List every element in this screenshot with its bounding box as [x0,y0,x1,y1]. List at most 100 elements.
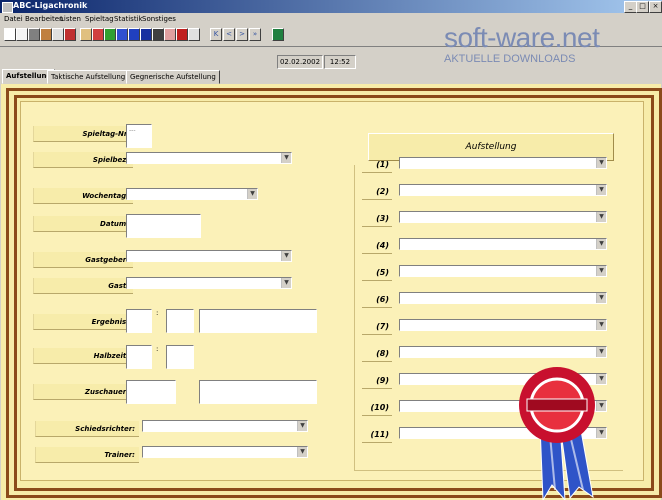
slot-select-5[interactable]: ▼ [399,265,607,277]
chevron-down-icon[interactable]: ▼ [596,320,606,330]
halbzeit-separator: : [156,345,159,353]
slot-label-11: (11) [362,427,392,443]
delete-icon[interactable] [40,28,52,41]
slot-select-1[interactable]: ▼ [399,157,607,169]
image-icon[interactable] [188,28,200,41]
chevron-down-icon[interactable]: ▼ [281,278,291,288]
label-spielbez: Spielbez. [33,152,133,168]
slot-select-7[interactable]: ▼ [399,319,607,331]
save-icon[interactable] [28,28,40,41]
red-icon[interactable] [176,28,188,41]
menu-sonstiges[interactable]: Sonstiges [142,15,176,23]
slot-label-8: (8) [362,346,392,362]
label-datum: Datum: [33,216,133,232]
spielbez-select[interactable]: ▼ [126,152,292,164]
book-icon[interactable] [164,28,176,41]
slot-label-7: (7) [362,319,392,335]
zuschauer-note-field[interactable] [199,380,317,404]
chevron-down-icon[interactable]: ▼ [297,421,307,431]
exit-icon[interactable] [272,28,284,41]
label-gast: Gast: [33,278,133,294]
slot-label-10: (10) [362,400,392,416]
slot-label-6: (6) [362,292,392,308]
status-date: 02.02.2002 [277,55,323,69]
tab-taktische-aufstellung[interactable]: Taktische Aufstellung [47,70,130,84]
slot-select-4[interactable]: ▼ [399,238,607,250]
gastgeber-select[interactable]: ▼ [126,250,292,262]
ergebnis-separator: : [156,309,159,317]
first-record-icon[interactable]: K [210,28,222,41]
print-icon[interactable] [64,28,76,41]
chevron-down-icon[interactable]: ▼ [281,251,291,261]
ergebnis-note-field[interactable] [199,309,317,333]
slot-label-3: (3) [362,211,392,227]
chevron-down-icon[interactable]: ▼ [596,293,606,303]
chevron-down-icon[interactable]: ▼ [596,158,606,168]
menu-datei[interactable]: Datei [4,15,23,23]
prev-record-icon[interactable]: < [223,28,235,41]
menu-statistik[interactable]: Statistik [114,15,143,23]
chevron-down-icon[interactable]: ▼ [281,153,291,163]
info-icon[interactable] [128,28,140,41]
tool-icon[interactable] [80,28,92,41]
schiedsrichter-select[interactable]: ▼ [142,420,308,432]
tab-gegnerische-aufstellung[interactable]: Gegnerische Aufstellung [126,70,220,84]
chevron-down-icon[interactable]: ▼ [596,266,606,276]
status-time: 12:52 [324,55,356,69]
maximize-button[interactable]: □ [636,1,649,13]
zuschauer-field[interactable] [126,380,176,404]
ergebnis-home-field[interactable] [126,309,152,333]
chevron-down-icon[interactable]: ▼ [596,347,606,357]
green-icon[interactable] [104,28,116,41]
label-schiedsrichter: Schiedsrichter: [35,421,139,437]
blue-icon[interactable] [116,28,128,41]
label-wochentag: Wochentag: [33,188,133,204]
chevron-down-icon[interactable]: ▼ [596,212,606,222]
chevron-down-icon[interactable]: ▼ [247,189,257,199]
slot-label-9: (9) [362,373,392,389]
columns-icon[interactable] [152,28,164,41]
logo-tagline: AKTUELLE DOWNLOADS [444,53,576,65]
menu-spieltag[interactable]: Spieltag [85,15,114,23]
close-button[interactable]: × [649,1,662,13]
datum-field[interactable] [126,214,201,238]
new-icon[interactable] [4,28,16,41]
menu-bearbeiten[interactable]: Bearbeiten [25,15,63,23]
slot-label-1: (1) [362,157,392,173]
label-spieltag-nr: Spieltag-Nr. [33,126,133,142]
open-icon[interactable] [16,28,28,41]
slot-select-8[interactable]: ▼ [399,346,607,358]
slot-label-2: (2) [362,184,392,200]
chevron-down-icon[interactable]: ▼ [297,447,307,457]
app-icon [2,2,13,13]
tab-bar: Aufstellung Taktische Aufstellung Gegner… [0,69,662,84]
slot-label-5: (5) [362,265,392,281]
label-zuschauer: Zuschauer: [33,384,133,400]
label-gastgeber: Gastgeber: [33,252,133,268]
edit-icon[interactable] [92,28,104,41]
chart-icon[interactable] [140,28,152,41]
spieltag-nr-field[interactable]: --- [126,124,152,148]
title-bar: ABC-Ligachronik _ □ × [0,0,662,13]
award-seal-icon [519,367,595,500]
slot-select-2[interactable]: ▼ [399,184,607,196]
ergebnis-away-field[interactable] [166,309,194,333]
label-trainer: Trainer: [35,447,139,463]
slot-select-3[interactable]: ▼ [399,211,607,223]
chevron-down-icon[interactable]: ▼ [596,239,606,249]
slot-select-6[interactable]: ▼ [399,292,607,304]
preview-icon[interactable] [52,28,64,41]
gast-select[interactable]: ▼ [126,277,292,289]
window-title: ABC-Ligachronik [13,1,88,10]
chevron-down-icon[interactable]: ▼ [596,185,606,195]
wochentag-select[interactable]: ▼ [126,188,258,200]
menu-listen[interactable]: Listen [60,15,81,23]
label-halbzeit: Halbzeit: [33,348,133,364]
halbzeit-home-field[interactable] [126,345,152,369]
trainer-select[interactable]: ▼ [142,446,308,458]
last-record-icon[interactable]: » [249,28,261,41]
next-record-icon[interactable]: > [236,28,248,41]
watermark-logo: soft-ware.net AKTUELLE DOWNLOADS [440,22,662,68]
slot-label-4: (4) [362,238,392,254]
halbzeit-away-field[interactable] [166,345,194,369]
